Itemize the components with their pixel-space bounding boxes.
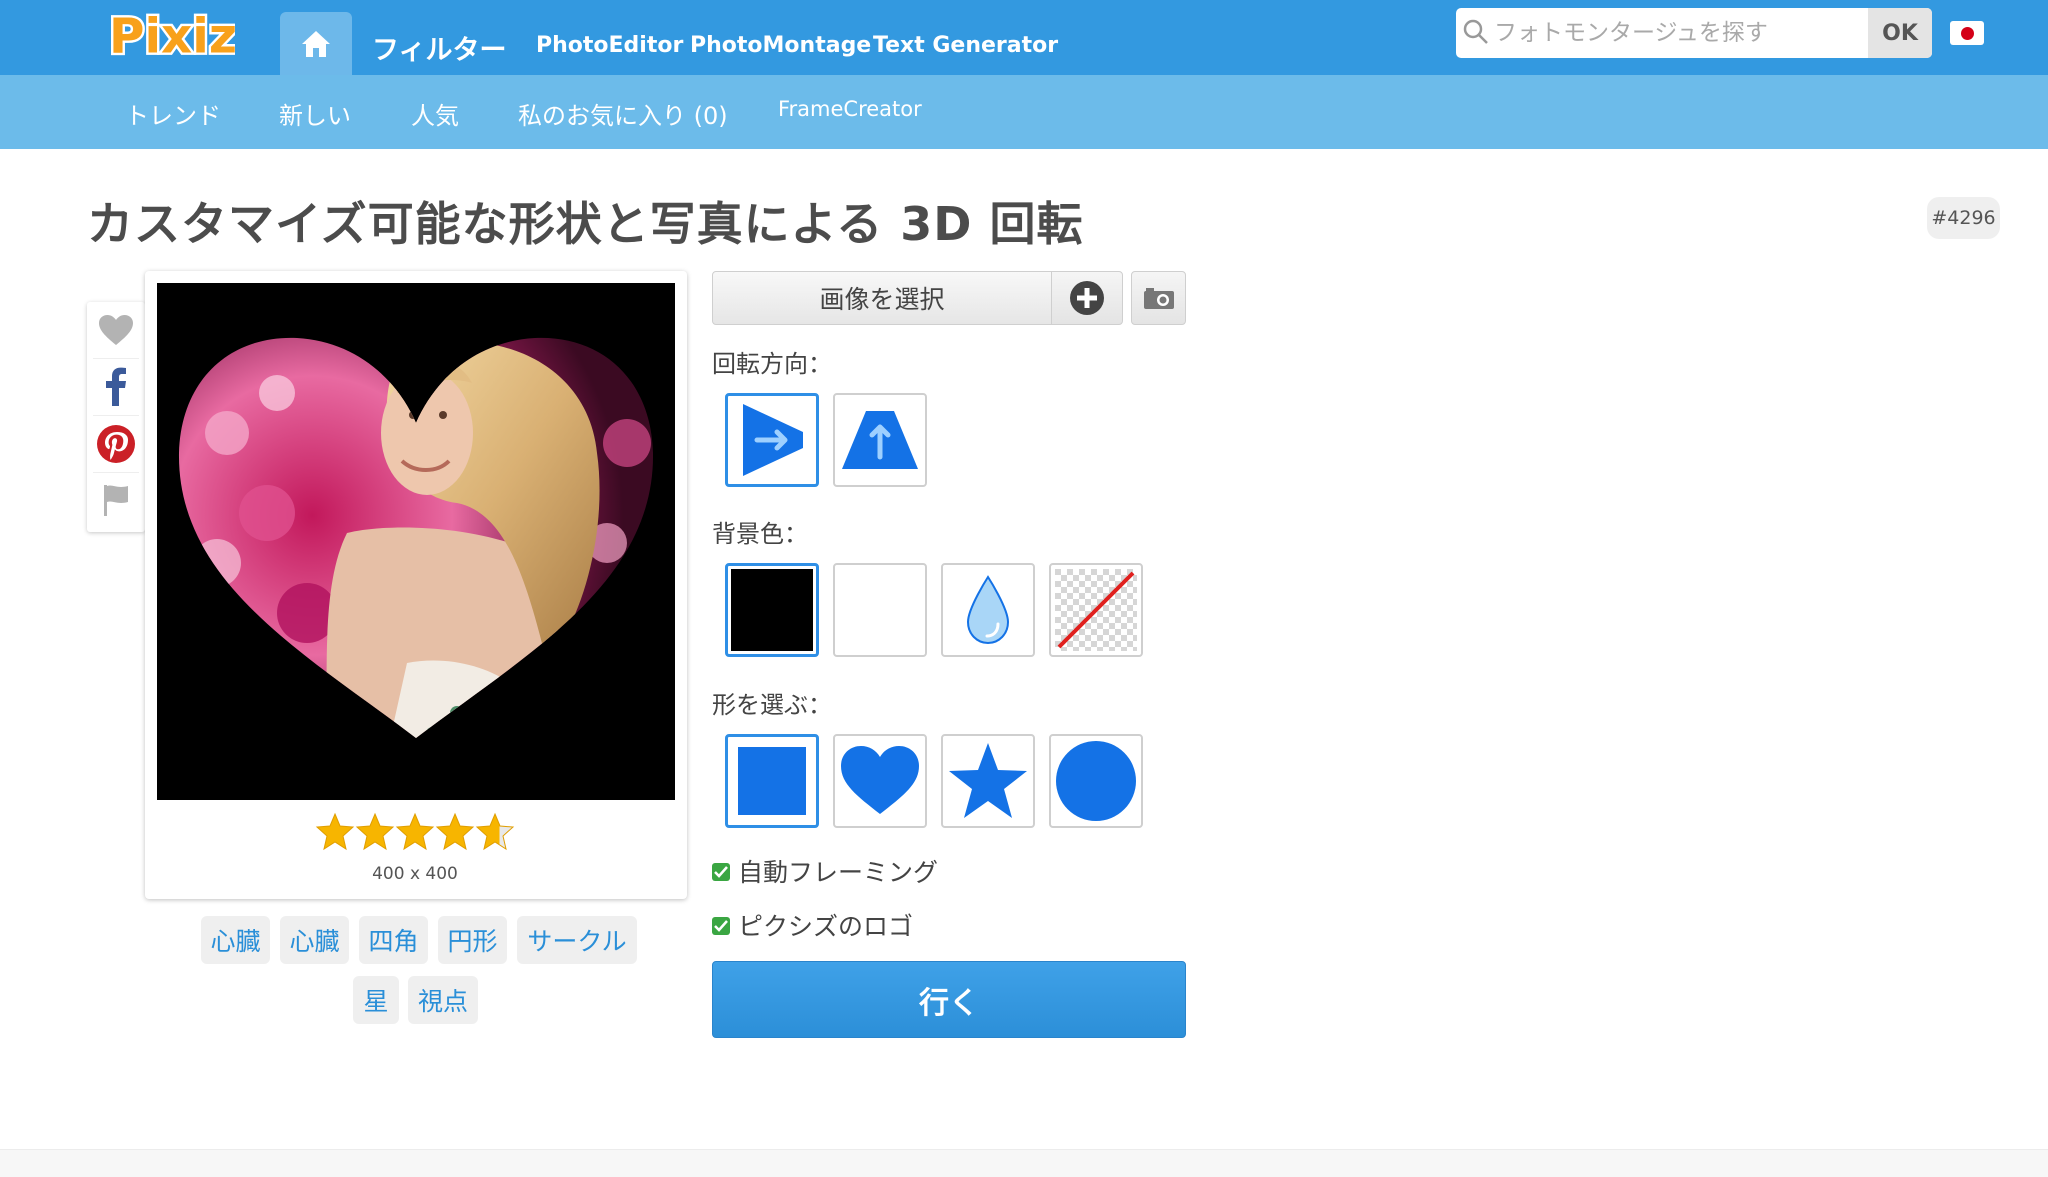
- circle-icon: [1056, 741, 1136, 821]
- checkmark-icon: [714, 920, 728, 932]
- subnav-favorites[interactable]: 私のお気に入り (0): [518, 96, 728, 131]
- camera-icon: [1143, 288, 1174, 309]
- black-swatch: [731, 569, 813, 651]
- rotate-horizontal-icon: [743, 404, 803, 476]
- nav-text-generator[interactable]: Text Generator: [873, 33, 1058, 58]
- share-column: [87, 302, 145, 532]
- square-icon: [738, 747, 806, 815]
- pixiz-logo-label[interactable]: ピクシズのロゴ: [738, 907, 913, 943]
- heart-shape-icon: [841, 746, 919, 814]
- tag-heart-2[interactable]: 心臓: [280, 916, 349, 964]
- search-input[interactable]: [1494, 10, 1860, 56]
- star-icon: [355, 812, 395, 851]
- rotate-vertical-icon: [842, 411, 918, 469]
- image-dimensions: 400 x 400: [372, 864, 458, 884]
- shape-star-option[interactable]: [941, 734, 1035, 828]
- webcam-button[interactable]: [1131, 271, 1186, 325]
- subnav-new[interactable]: 新しい: [279, 96, 351, 131]
- plus-circle-icon: [1070, 281, 1104, 315]
- tag-perspective[interactable]: 視点: [408, 976, 478, 1024]
- nav-filter[interactable]: フィルター: [372, 28, 506, 67]
- facebook-share-button[interactable]: [87, 358, 145, 414]
- auto-framing-label[interactable]: 自動フレーミング: [738, 853, 938, 889]
- subnav-framecreator[interactable]: FrameCreator: [778, 97, 922, 121]
- tag-circle[interactable]: サークル: [517, 916, 637, 964]
- tag-square[interactable]: 四角: [359, 916, 428, 964]
- half-star-icon: [475, 812, 515, 851]
- rating-stars[interactable]: [315, 812, 515, 852]
- pinterest-share-button[interactable]: [87, 416, 145, 472]
- background-label: 背景色：: [712, 520, 808, 548]
- montage-preview-image[interactable]: [157, 283, 675, 800]
- home-tab[interactable]: [280, 12, 352, 75]
- subnav-trend[interactable]: トレンド: [125, 96, 221, 131]
- rotation-label: 回転方向：: [712, 350, 832, 378]
- star-icon: [395, 812, 435, 851]
- facebook-icon: [106, 367, 126, 406]
- pixiz-logo-checkbox[interactable]: [712, 917, 730, 935]
- star-shape-icon: [949, 743, 1027, 818]
- go-button[interactable]: 行く: [712, 961, 1186, 1038]
- logo-text: Pixiz: [109, 8, 235, 64]
- choose-image-button[interactable]: 画像を選択: [712, 271, 1052, 325]
- heart-photo-preview: [178, 337, 654, 738]
- checkmark-icon: [714, 866, 728, 878]
- like-button[interactable]: [87, 302, 145, 358]
- shape-label: 形を選ぶ：: [712, 691, 832, 719]
- footer: [0, 1149, 2048, 1177]
- background-custom-color-option[interactable]: [941, 563, 1035, 657]
- report-button[interactable]: [87, 472, 145, 528]
- shape-circle-option[interactable]: [1049, 734, 1143, 828]
- shape-square-option[interactable]: [725, 734, 819, 828]
- shape-heart-option[interactable]: [833, 734, 927, 828]
- subnav-popular[interactable]: 人気: [411, 96, 459, 131]
- droplet-icon: [966, 575, 1010, 645]
- pixiz-logo[interactable]: Pixiz: [105, 4, 235, 64]
- japan-flag-icon[interactable]: [1950, 21, 1984, 45]
- add-image-button[interactable]: [1051, 271, 1123, 325]
- nav-photoeditor[interactable]: PhotoEditor: [536, 33, 683, 58]
- rotation-vertical-option[interactable]: [833, 393, 927, 487]
- white-swatch: [839, 569, 921, 651]
- tag-star[interactable]: 星: [353, 976, 399, 1024]
- background-transparent-option[interactable]: [1049, 563, 1143, 657]
- heart-icon: [99, 315, 133, 345]
- star-icon: [435, 812, 475, 851]
- flag-icon: [104, 485, 128, 516]
- montage-id-badge: #4296: [1927, 197, 2000, 239]
- search-icon: [1463, 19, 1488, 44]
- tag-heart-1[interactable]: 心臓: [201, 916, 270, 964]
- search-ok-button[interactable]: OK: [1868, 8, 1932, 58]
- rotation-horizontal-option[interactable]: [725, 393, 819, 487]
- star-icon: [315, 812, 355, 851]
- pinterest-icon: [97, 425, 135, 463]
- background-black-option[interactable]: [725, 563, 819, 657]
- transparent-icon: [1055, 569, 1137, 651]
- background-white-option[interactable]: [833, 563, 927, 657]
- tag-round[interactable]: 円形: [438, 916, 507, 964]
- nav-photomontage[interactable]: PhotoMontage: [690, 33, 871, 58]
- home-icon: [302, 30, 330, 57]
- page-title: カスタマイズ可能な形状と写真による 3D 回転: [87, 197, 1084, 251]
- auto-framing-checkbox[interactable]: [712, 863, 730, 881]
